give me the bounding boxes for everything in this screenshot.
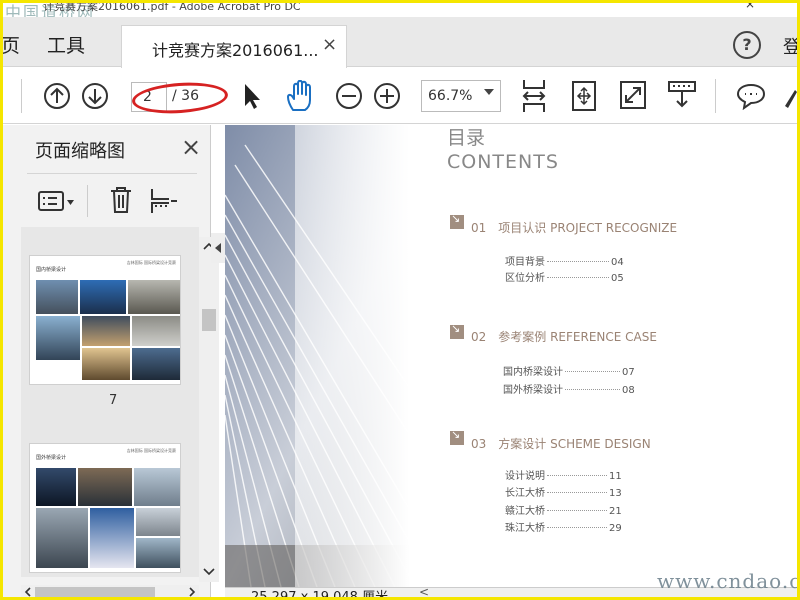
toc-item-name: 设计说明 <box>505 471 545 482</box>
tab-document[interactable]: 计竞赛方案2016061... × <box>121 25 347 68</box>
toc-item[interactable]: 长江大桥 13 <box>505 484 622 499</box>
collapse-left-icon <box>215 243 221 253</box>
tab-close-button[interactable]: × <box>322 34 337 55</box>
toc-item-page: 07 <box>622 367 635 378</box>
scroll-left-icon[interactable] <box>23 587 33 597</box>
document-view[interactable]: 目录 CONTENTS 01 项目认识 PROJECT RECOGNIZE 项目… <box>225 125 797 587</box>
panel-separator <box>87 185 88 217</box>
toc-item[interactable]: 项目背景 04 <box>505 253 624 268</box>
toc-subtitle: CONTENTS <box>447 151 559 173</box>
toolbar-separator <box>21 79 22 113</box>
toc-item-page: 05 <box>611 273 624 284</box>
page-thumbnail[interactable]: 吉林国际 国际桥梁设计竞赛 国内桥梁设计 <box>29 255 181 385</box>
thumbnail-list: 吉林国际 国际桥梁设计竞赛 国内桥梁设计 7 吉林国际 国际桥梁设计竞赛 国外桥… <box>21 227 199 577</box>
scrollbar-thumb[interactable] <box>202 309 216 331</box>
delete-page-icon[interactable] <box>109 185 133 215</box>
toc-item[interactable]: 赣江大桥 21 <box>505 502 622 517</box>
thumbnail-vertical-scrollbar[interactable] <box>199 237 219 582</box>
toolbar: 2 / 36 66.7% <box>3 68 797 124</box>
watermark-bottom: www.cndao.com <box>657 569 800 593</box>
toc-item-name: 国外桥梁设计 <box>503 385 563 396</box>
toc-item-page: 13 <box>609 488 622 499</box>
tab-document-label: 计竞赛方案2016061... <box>152 41 319 60</box>
toc-item-page: 29 <box>609 523 622 534</box>
window-titlebar: 中国道桥网 计竞赛方案2016061.pdf - Adobe Acrobat P… <box>3 3 797 17</box>
zoom-level-select[interactable]: 66.7% <box>421 80 501 112</box>
thumbnail-panel-close-button[interactable]: × <box>181 133 201 161</box>
scroll-right-icon[interactable] <box>187 587 197 597</box>
toc-item[interactable]: 国外桥梁设计 08 <box>503 381 635 396</box>
thumbnail-header-right: 吉林国际 国际桥梁设计竞赛 <box>126 260 176 265</box>
toc-item-page: 04 <box>611 257 624 268</box>
next-page-icon[interactable] <box>81 82 109 110</box>
window-title: 计竞赛方案2016061.pdf - Adobe Acrobat Pro DC <box>43 3 301 13</box>
toc-item-name: 珠江大桥 <box>505 523 545 534</box>
toc-item[interactable]: 珠江大桥 29 <box>505 519 622 534</box>
thumbnail-header: 国内桥梁设计 <box>36 267 67 273</box>
fit-width-icon[interactable] <box>521 78 547 114</box>
page-white-panel <box>295 125 797 587</box>
page-dimensions: 25.297 x 19.048 厘米 <box>251 590 389 600</box>
window-close-button[interactable]: × <box>745 3 755 11</box>
panel-divider <box>27 173 197 174</box>
zoom-level-value: 66.7% <box>428 88 473 104</box>
previous-page-icon[interactable] <box>43 82 71 110</box>
status-scroll-left[interactable]: < <box>419 585 429 597</box>
screenshot-frame: 中国道桥网 计竞赛方案2016061.pdf - Adobe Acrobat P… <box>0 0 800 600</box>
toolbar-separator <box>715 79 716 113</box>
arrow-icon <box>450 322 464 339</box>
scroll-mode-icon[interactable] <box>667 80 697 110</box>
toc-item-name: 区位分析 <box>505 273 545 284</box>
thumbnail-page-number: 7 <box>109 393 118 408</box>
login-button[interactable]: 登 <box>783 33 797 59</box>
toc-item[interactable]: 区位分析 05 <box>505 269 624 284</box>
zoom-out-icon[interactable] <box>335 82 363 110</box>
help-button[interactable]: ? <box>733 31 761 59</box>
chevron-down-icon <box>484 89 494 95</box>
arrow-icon <box>450 212 464 229</box>
toc-title: 目录 <box>447 127 486 149</box>
thumbnail-panel-title: 页面缩略图 <box>35 141 125 162</box>
scroll-down-icon[interactable] <box>203 567 215 577</box>
hand-tool-icon[interactable] <box>285 80 315 112</box>
thumbnail-header-right: 吉林国际 国际桥梁设计竞赛 <box>126 448 176 453</box>
toc-item-name: 国内桥梁设计 <box>503 367 563 378</box>
tab-home[interactable]: 页 <box>3 31 20 58</box>
toc-item-name: 项目背景 <box>505 257 545 268</box>
select-cursor-icon[interactable] <box>241 82 263 110</box>
insert-page-icon[interactable] <box>149 187 179 215</box>
toc-item-name: 长江大桥 <box>505 488 545 499</box>
thumbnail-horizontal-scrollbar[interactable] <box>21 585 199 597</box>
scrollbar-thumb[interactable] <box>35 587 155 597</box>
toc-item-page: 08 <box>622 385 635 396</box>
toc-item-page: 11 <box>609 471 622 482</box>
toc-section-title[interactable]: 02 参考案例 REFERENCE CASE <box>471 328 657 345</box>
toc-item[interactable]: 国内桥梁设计 07 <box>503 363 635 378</box>
comment-icon[interactable] <box>736 82 766 110</box>
arrow-icon <box>450 428 464 445</box>
thumbnail-panel-content: 页面缩略图 × 吉林国际 国际桥梁设计竞赛 国内桥梁设计 7 吉林国际 国际桥梁… <box>21 125 219 597</box>
full-screen-icon[interactable] <box>619 80 647 110</box>
toc-section-title[interactable]: 03 方案设计 SCHEME DESIGN <box>471 435 651 452</box>
thumbnail-options-icon[interactable] <box>37 189 77 215</box>
tab-bar: 页 工具 计竞赛方案2016061... × ? 登 <box>3 17 797 68</box>
toc-item-name: 赣江大桥 <box>505 506 545 517</box>
toc-section-title[interactable]: 01 项目认识 PROJECT RECOGNIZE <box>471 219 677 236</box>
zoom-in-icon[interactable] <box>373 82 401 110</box>
panel-collapse-handle[interactable] <box>211 233 225 263</box>
highlight-pen-icon[interactable] <box>781 84 797 110</box>
toc-item-page: 21 <box>609 506 622 517</box>
toc-item[interactable]: 设计说明 11 <box>505 467 622 482</box>
fit-page-icon[interactable] <box>571 80 597 112</box>
page-thumbnail[interactable]: 吉林国际 国际桥梁设计竞赛 国外桥梁设计 <box>29 443 181 573</box>
tab-tools[interactable]: 工具 <box>47 31 85 58</box>
thumbnail-panel: 页面缩略图 × 吉林国际 国际桥梁设计竞赛 国内桥梁设计 7 吉林国际 国际桥梁… <box>3 125 219 597</box>
thumbnail-header: 国外桥梁设计 <box>36 455 67 461</box>
